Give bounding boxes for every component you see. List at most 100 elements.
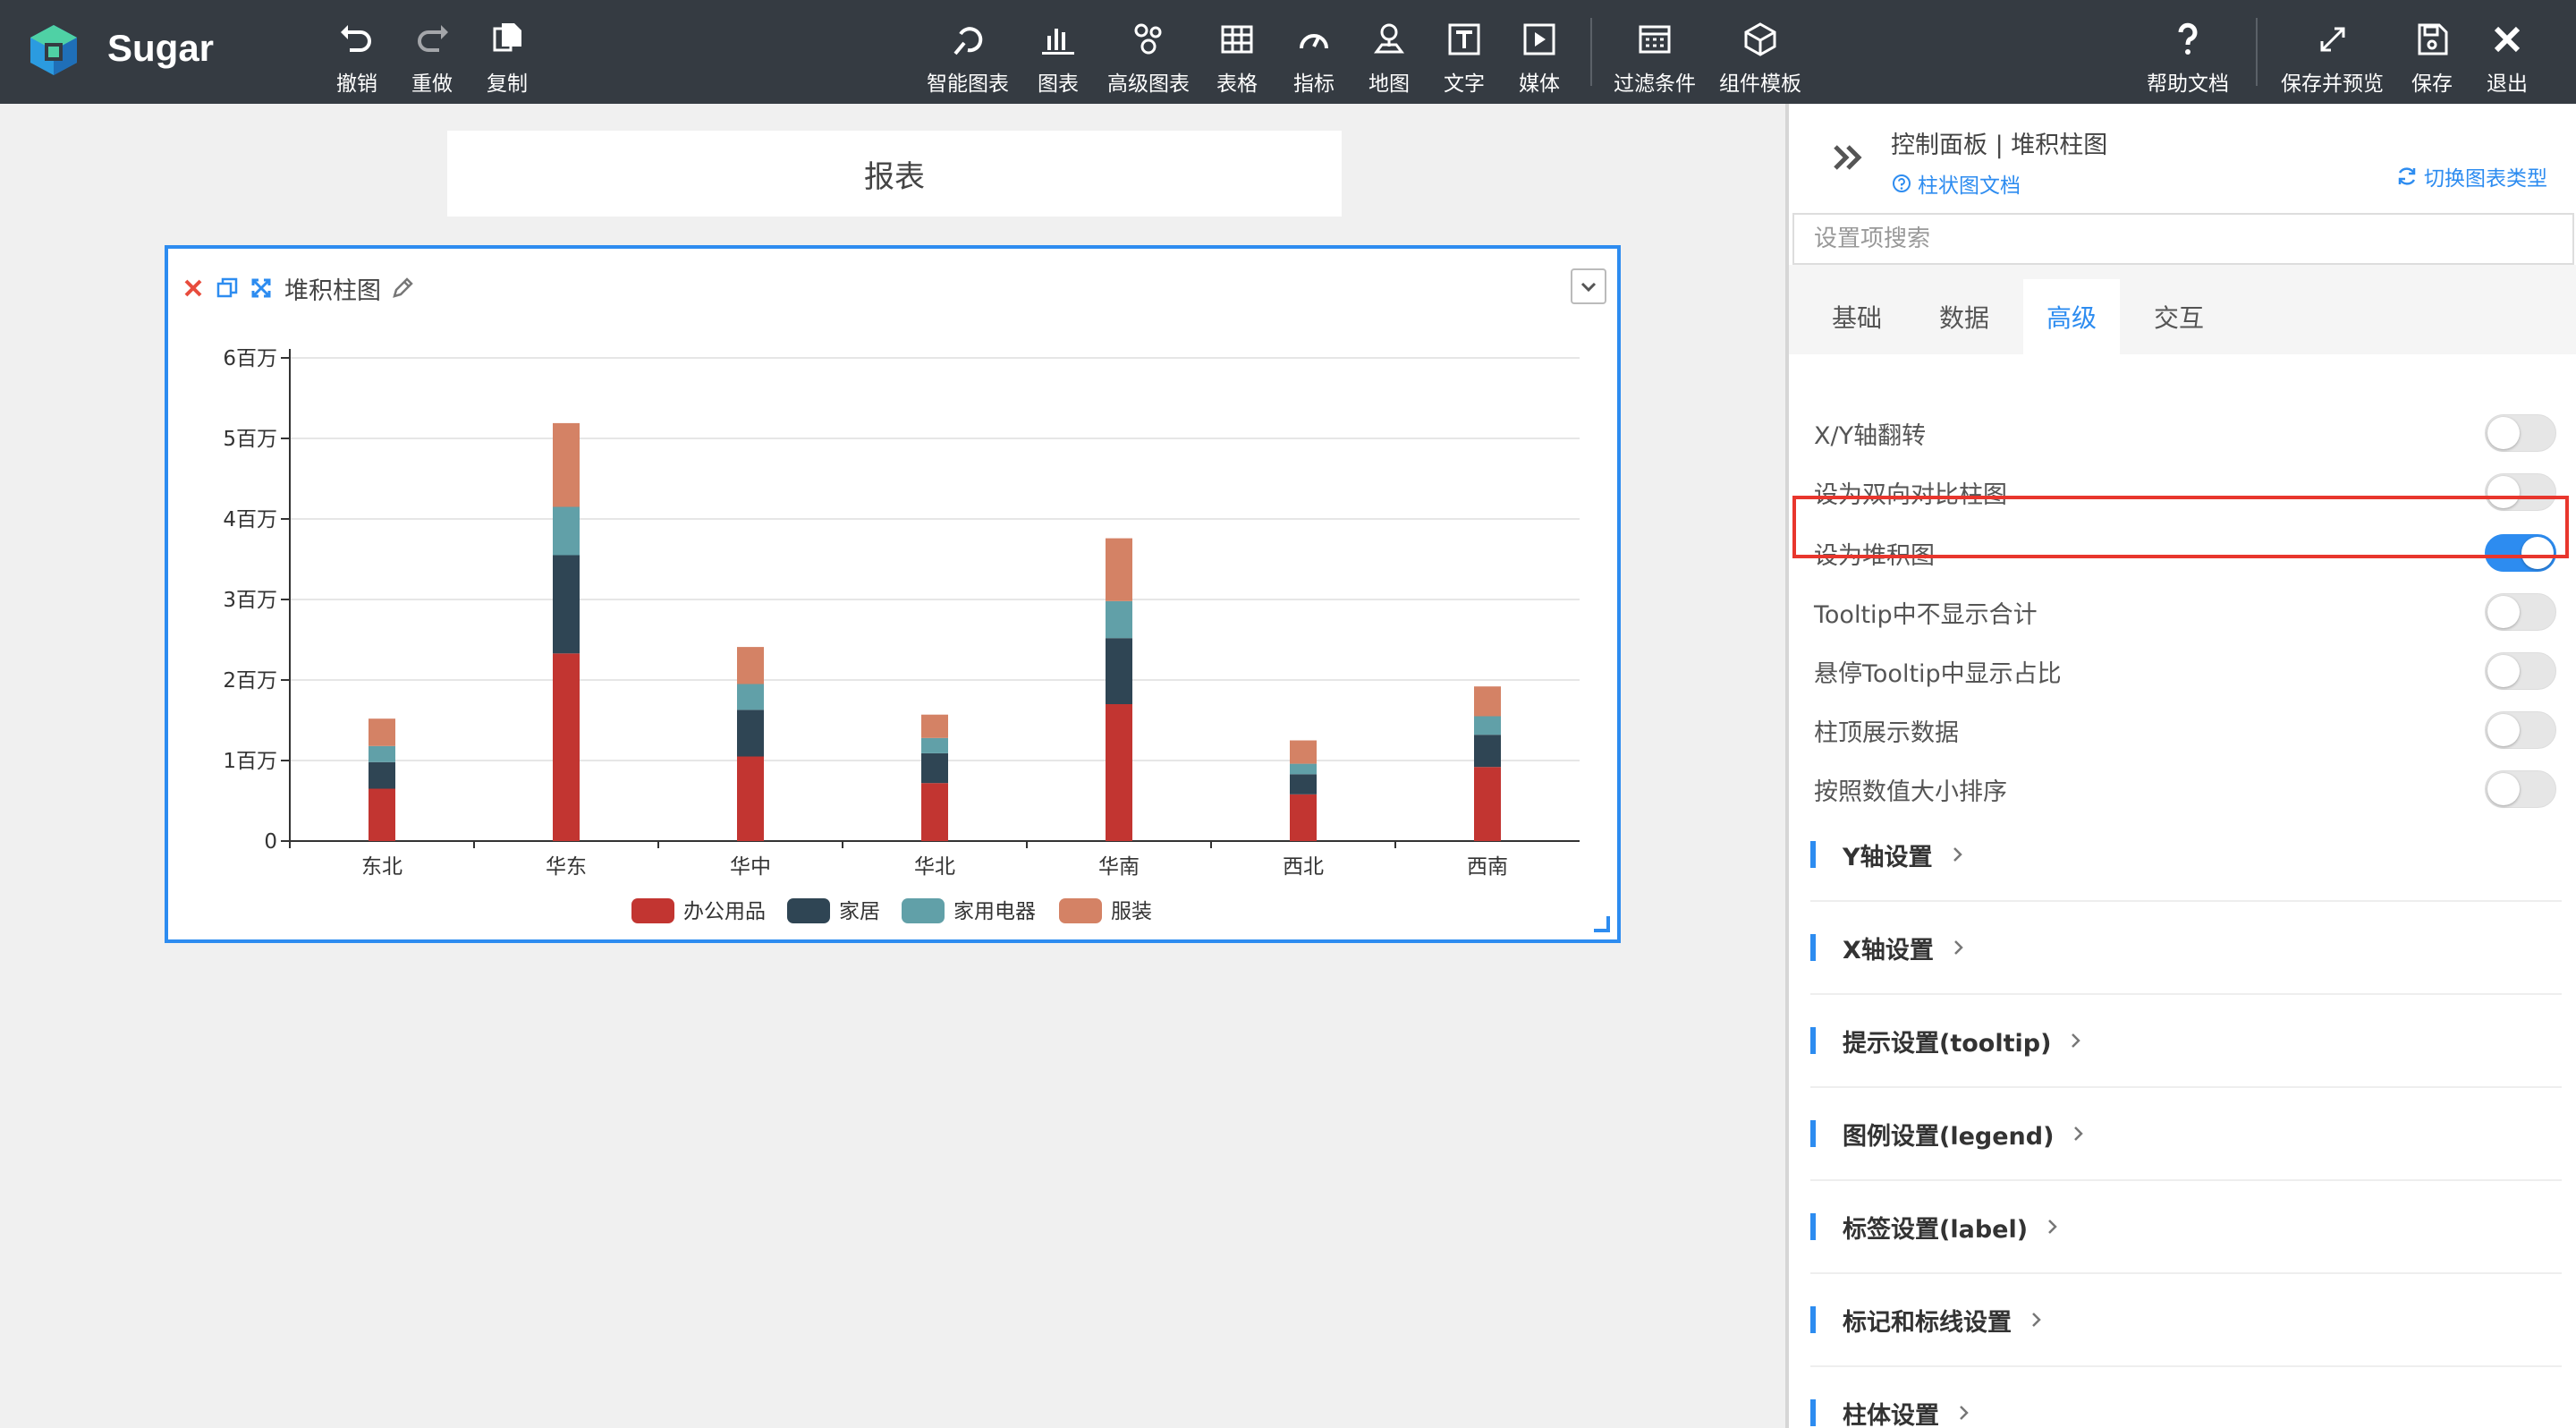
setting-label: X/Y轴翻转 <box>1814 421 1927 450</box>
stacked-bar-chart: 0 1百万 2百万 3百万 4百万 5百万 6百万东北 华东 华中 华北 华南 西北 西南办公用品 家居 家… <box>223 347 1580 923</box>
settings-section[interactable]: 标记和标线设置 <box>1810 1274 2562 1367</box>
bar-segment <box>921 783 948 841</box>
metric-button[interactable]: 指标 <box>1293 0 1335 104</box>
filter-calendar-icon <box>1639 25 1671 54</box>
expand-icon <box>2320 27 2344 52</box>
settings-section[interactable]: 标签设置(label) <box>1810 1181 2562 1274</box>
toolbar-separator <box>1590 18 1592 86</box>
report-title[interactable]: 报表 <box>447 131 1342 217</box>
save-button[interactable]: 保存 <box>2411 0 2453 104</box>
settings-section[interactable]: Y轴设置 <box>1810 809 2562 902</box>
chevron-down-icon <box>1580 282 1597 293</box>
chevron-right-icon <box>1953 940 1963 955</box>
delete-widget-button[interactable] <box>179 274 208 302</box>
section-marker <box>1810 934 1816 961</box>
switch-chart-type-button[interactable]: 切换图表类型 <box>2395 161 2547 191</box>
widget-title: 堆积柱图 <box>284 276 381 305</box>
chevron-right-icon <box>2074 1126 2084 1141</box>
toggle-knob <box>2487 417 2520 449</box>
template-button[interactable]: 组件模板 <box>1719 0 1801 104</box>
settings-section[interactable]: X轴设置 <box>1810 902 2562 995</box>
fullscreen-widget-button[interactable] <box>247 274 275 302</box>
toggle-knob <box>2487 655 2520 687</box>
resize-handle-icon[interactable] <box>1592 914 1610 932</box>
exit-button[interactable]: 退出 <box>2487 0 2528 104</box>
setting-row: 柱顶展示数据 <box>1814 703 2556 757</box>
duplicate-icon <box>216 277 238 298</box>
settings-section[interactable]: 图例设置(legend) <box>1810 1088 2562 1181</box>
chart-widget[interactable]: 0 1百万 2百万 3百万 4百万 5百万 6百万 东北 华东 华中 华北 华南 西北 西南 办公用品 家居 家… <box>165 245 1621 943</box>
sugar-logo-icon <box>30 25 77 75</box>
tab-interaction[interactable]: 交互 <box>2131 279 2227 354</box>
legend-label: 服装 <box>1111 900 1152 923</box>
refresh-icon <box>2398 167 2416 185</box>
bar-segment <box>737 684 764 710</box>
setting-toggle[interactable] <box>2485 711 2556 749</box>
x-tick-label: 西南 <box>1467 855 1508 879</box>
map-pin-icon <box>1374 23 1404 54</box>
highlight-box <box>1792 496 2569 558</box>
bar-segment <box>553 653 580 841</box>
bar-segment <box>1474 735 1501 768</box>
section-title: 柱体设置 <box>1843 1401 1939 1428</box>
section-marker <box>1810 1399 1816 1426</box>
tab-data[interactable]: 数据 <box>1916 279 2012 354</box>
chart-doc-link[interactable]: 柱状图文档 <box>1891 168 2021 199</box>
tab-advanced[interactable]: 高级 <box>2023 279 2121 354</box>
bar-segment <box>1106 600 1132 639</box>
setting-row: X/Y轴翻转 <box>1814 406 2556 460</box>
undo-icon <box>341 25 371 52</box>
bar-segment <box>1106 638 1132 704</box>
x-tick-label: 华北 <box>914 855 955 879</box>
section-marker <box>1810 1213 1816 1240</box>
setting-toggle[interactable] <box>2485 414 2556 452</box>
x-tick-label: 华南 <box>1098 855 1140 879</box>
y-tick-label: 6百万 <box>223 347 277 370</box>
legend-label: 家居 <box>839 900 880 923</box>
brand-name: Sugar <box>107 27 215 69</box>
y-tick-label: 4百万 <box>223 508 277 531</box>
save-preview-button[interactable]: 保存并预览 <box>2281 0 2384 104</box>
widget-header: 堆积柱图 <box>179 270 422 306</box>
advanced-chart-button[interactable]: 高级图表 <box>1107 0 1190 104</box>
collapse-panel-icon[interactable] <box>1830 138 1869 177</box>
chart-button[interactable]: 图表 <box>1038 0 1079 104</box>
bar-segment <box>737 710 764 757</box>
setting-toggle[interactable] <box>2485 770 2556 808</box>
settings-section[interactable]: 柱体设置 <box>1810 1367 2562 1428</box>
filter-button[interactable]: 过滤条件 <box>1614 0 1696 104</box>
x-tick-label: 华中 <box>730 855 771 879</box>
bar-segment <box>737 647 764 684</box>
duplicate-widget-button[interactable] <box>213 274 242 302</box>
table-button[interactable]: 表格 <box>1216 0 1258 104</box>
y-tick-label: 2百万 <box>223 669 277 693</box>
widget-menu-dropdown[interactable] <box>1571 268 1606 304</box>
panel-tabs: 基础 数据 高级 交互 <box>1789 265 2576 354</box>
settings-search-input[interactable] <box>1792 213 2574 265</box>
undo-button[interactable]: 撤销 <box>336 0 377 104</box>
panel-title: 控制面板 | 堆积柱图 <box>1891 132 2108 159</box>
media-button[interactable]: 媒体 <box>1519 0 1560 104</box>
help-button[interactable]: 帮助文档 <box>2147 0 2229 104</box>
y-tick-label: 0 <box>264 830 277 854</box>
table-icon <box>1221 25 1253 54</box>
redo-button[interactable]: 重做 <box>411 0 453 104</box>
text-button[interactable]: 文字 <box>1444 0 1485 104</box>
chevron-right-icon <box>1960 1406 1969 1420</box>
setting-toggle[interactable] <box>2485 593 2556 631</box>
edit-title-button[interactable] <box>388 274 417 302</box>
tab-basic[interactable]: 基础 <box>1809 279 1905 354</box>
setting-toggle[interactable] <box>2485 652 2556 690</box>
control-panel: 控制面板 | 堆积柱图 柱状图文档 切换图表类型 基础 数据 高级 交互 X/Y… <box>1789 104 2576 1428</box>
smart-chart-button[interactable]: 智能图表 <box>927 0 1009 104</box>
fullscreen-icon <box>251 278 271 298</box>
bar-chart-icon <box>1042 29 1074 55</box>
copy-button[interactable]: 复制 <box>487 0 528 104</box>
map-button[interactable]: 地图 <box>1368 0 1410 104</box>
section-marker <box>1810 841 1816 868</box>
gauge-icon <box>1300 34 1328 49</box>
bar-segment <box>1290 763 1317 775</box>
bar-segment <box>1474 716 1501 735</box>
settings-section[interactable]: 提示设置(tooltip) <box>1810 995 2562 1088</box>
section-title: 提示设置(tooltip) <box>1843 1029 2052 1058</box>
